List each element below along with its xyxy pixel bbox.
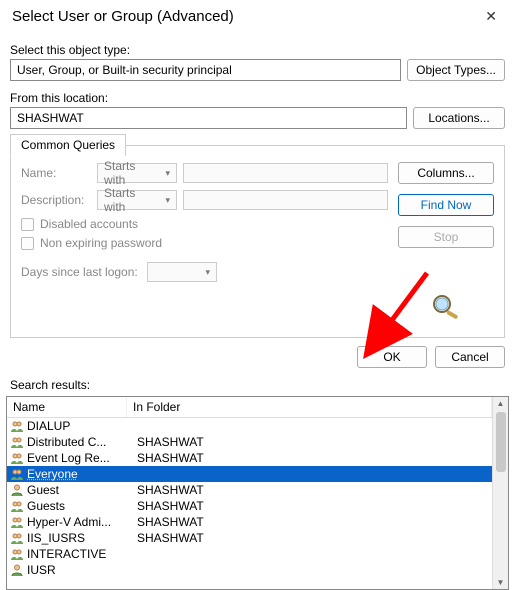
stop-button: Stop (398, 226, 494, 248)
group-icon (9, 498, 25, 514)
result-folder: SHASHWAT (127, 515, 204, 529)
group-icon (9, 434, 25, 450)
scrollbar[interactable]: ▲ ▼ (492, 397, 508, 589)
result-name: Hyper-V Admi... (27, 515, 127, 529)
object-type-label: Select this object type: (10, 39, 505, 57)
chevron-down-icon: ▾ (165, 168, 170, 179)
result-name: Distributed C... (27, 435, 127, 449)
group-icon (9, 530, 25, 546)
result-name: Event Log Re... (27, 451, 127, 465)
description-filter-input (183, 190, 388, 210)
result-name: Guest (27, 483, 127, 497)
group-icon (9, 546, 25, 562)
scroll-up-icon[interactable]: ▲ (493, 397, 508, 410)
ok-button[interactable]: OK (357, 346, 427, 368)
non-expiring-label: Non expiring password (40, 236, 162, 250)
disabled-accounts-label: Disabled accounts (40, 217, 138, 231)
location-label: From this location: (10, 87, 505, 105)
name-filter-input (183, 163, 388, 183)
column-header-folder[interactable]: In Folder (127, 397, 492, 417)
table-row[interactable]: INTERACTIVE (7, 546, 492, 562)
find-now-button[interactable]: Find Now (398, 194, 494, 216)
object-types-button[interactable]: Object Types... (407, 59, 505, 81)
group-icon (9, 514, 25, 530)
user-icon (9, 562, 25, 578)
table-row[interactable]: GuestsSHASHWAT (7, 498, 492, 514)
table-row[interactable]: Everyone (7, 466, 492, 482)
object-type-field[interactable]: User, Group, or Built-in security princi… (10, 59, 401, 81)
result-name: INTERACTIVE (27, 547, 127, 561)
result-folder: SHASHWAT (127, 531, 204, 545)
result-name: IUSR (27, 563, 127, 577)
cancel-button[interactable]: Cancel (435, 346, 505, 368)
result-folder: SHASHWAT (127, 435, 204, 449)
group-icon (9, 450, 25, 466)
table-row[interactable]: Event Log Re...SHASHWAT (7, 450, 492, 466)
combo-text: Starts with (104, 186, 159, 214)
result-name: DIALUP (27, 419, 127, 433)
table-row[interactable]: IUSR (7, 562, 492, 578)
non-expiring-checkbox (21, 237, 34, 250)
result-name: Everyone (27, 467, 127, 481)
result-folder: SHASHWAT (127, 483, 204, 497)
result-name: IIS_IUSRS (27, 531, 127, 545)
chevron-down-icon: ▾ (205, 267, 210, 278)
user-icon (9, 482, 25, 498)
result-folder: SHASHWAT (127, 499, 204, 513)
search-results-list[interactable]: Name In Folder DIALUPDistributed C...SHA… (6, 396, 509, 590)
result-folder: SHASHWAT (127, 451, 204, 465)
column-header-name[interactable]: Name (7, 397, 127, 417)
name-match-combo: Starts with ▾ (97, 163, 177, 183)
close-icon[interactable]: ✕ (479, 8, 503, 25)
group-icon (9, 418, 25, 434)
disabled-accounts-checkbox (21, 218, 34, 231)
group-icon (9, 466, 25, 482)
description-match-combo: Starts with ▾ (97, 190, 177, 210)
window-title: Select User or Group (Advanced) (12, 8, 234, 25)
scroll-thumb[interactable] (496, 412, 506, 472)
tab-common-queries[interactable]: Common Queries (10, 134, 126, 156)
magnifier-icon (428, 292, 464, 327)
table-row[interactable]: Distributed C...SHASHWAT (7, 434, 492, 450)
table-row[interactable]: Hyper-V Admi...SHASHWAT (7, 514, 492, 530)
name-filter-label: Name: (21, 166, 91, 180)
location-field[interactable]: SHASHWAT (10, 107, 407, 129)
scroll-down-icon[interactable]: ▼ (493, 576, 508, 589)
columns-button[interactable]: Columns... (398, 162, 494, 184)
days-since-logon-combo: ▾ (147, 262, 217, 282)
description-filter-label: Description: (21, 193, 91, 207)
days-since-logon-label: Days since last logon: (21, 265, 141, 279)
result-name: Guests (27, 499, 127, 513)
table-row[interactable]: DIALUP (7, 418, 492, 434)
combo-text: Starts with (104, 159, 159, 187)
locations-button[interactable]: Locations... (413, 107, 505, 129)
table-row[interactable]: GuestSHASHWAT (7, 482, 492, 498)
search-results-label: Search results: (0, 376, 515, 394)
chevron-down-icon: ▾ (165, 195, 170, 206)
table-row[interactable]: IIS_IUSRSSHASHWAT (7, 530, 492, 546)
